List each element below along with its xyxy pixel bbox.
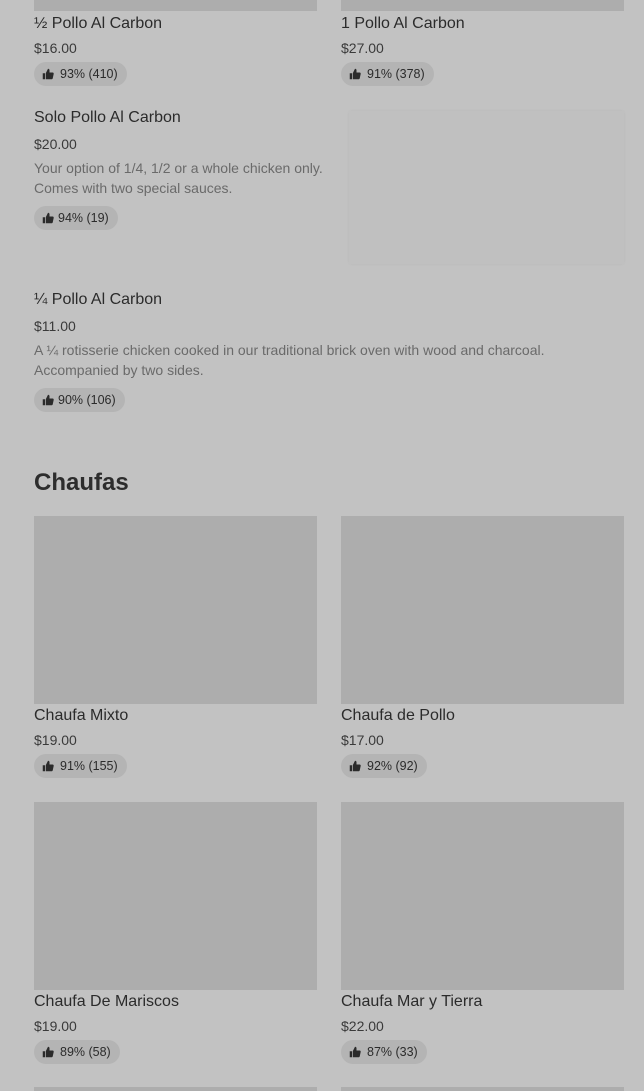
item-image[interactable] — [349, 111, 624, 264]
rating-text: 87% (33) — [367, 1045, 418, 1059]
rating-badge: 89% (58) — [34, 1040, 120, 1064]
rating-badge: 90% (106) — [34, 388, 125, 412]
rating-badge: 94% (19) — [34, 206, 118, 230]
item-description: Your option of 1/4, 1/2 or a whole chick… — [34, 160, 323, 196]
item-name[interactable]: Chaufa De Mariscos — [34, 993, 179, 1011]
item-description: A ¼ rotisserie chicken cooked in our tra… — [34, 342, 545, 378]
item-price: $20.00 — [34, 136, 77, 152]
item-image[interactable] — [34, 0, 317, 11]
thumbs-up-icon — [42, 394, 54, 406]
thumbs-up-icon — [42, 1046, 54, 1058]
thumbs-up-icon — [42, 212, 54, 224]
rating-badge: 91% (155) — [34, 754, 127, 778]
item-price: $16.00 — [34, 40, 77, 56]
item-price: $19.00 — [34, 732, 77, 748]
item-image[interactable] — [341, 802, 624, 990]
rating-text: 90% (106) — [58, 393, 116, 407]
item-name[interactable]: Solo Pollo Al Carbon — [34, 109, 181, 127]
thumbs-up-icon — [349, 68, 361, 80]
item-name[interactable]: ½ Pollo Al Carbon — [34, 15, 162, 33]
rating-text: 91% (155) — [60, 759, 118, 773]
rating-badge: 87% (33) — [341, 1040, 427, 1064]
thumbs-up-icon — [349, 760, 361, 772]
item-price: $22.00 — [341, 1018, 384, 1034]
item-name[interactable]: 1 Pollo Al Carbon — [341, 15, 465, 33]
rating-text: 91% (378) — [367, 67, 425, 81]
item-name[interactable]: Chaufa Mar y Tierra — [341, 993, 482, 1011]
item-price: $27.00 — [341, 40, 384, 56]
thumbs-up-icon — [349, 1046, 361, 1058]
rating-text: 89% (58) — [60, 1045, 111, 1059]
rating-text: 93% (410) — [60, 67, 118, 81]
item-image[interactable] — [341, 516, 624, 704]
section-title: Chaufas — [34, 469, 129, 496]
item-image[interactable] — [34, 516, 317, 704]
item-image[interactable] — [341, 1087, 624, 1091]
item-price: $17.00 — [341, 732, 384, 748]
item-price: $11.00 — [34, 318, 76, 334]
rating-text: 92% (92) — [367, 759, 418, 773]
item-image[interactable] — [34, 1087, 317, 1091]
item-name[interactable]: Chaufa Mixto — [34, 707, 128, 725]
rating-badge: 93% (410) — [34, 62, 127, 86]
item-name[interactable]: ¼ Pollo Al Carbon — [34, 291, 162, 309]
item-price: $19.00 — [34, 1018, 77, 1034]
rating-badge: 91% (378) — [341, 62, 434, 86]
item-image[interactable] — [34, 802, 317, 990]
item-name[interactable]: Chaufa de Pollo — [341, 707, 455, 725]
rating-text: 94% (19) — [58, 211, 109, 225]
thumbs-up-icon — [42, 760, 54, 772]
thumbs-up-icon — [42, 68, 54, 80]
rating-badge: 92% (92) — [341, 754, 427, 778]
item-image[interactable] — [341, 0, 624, 11]
